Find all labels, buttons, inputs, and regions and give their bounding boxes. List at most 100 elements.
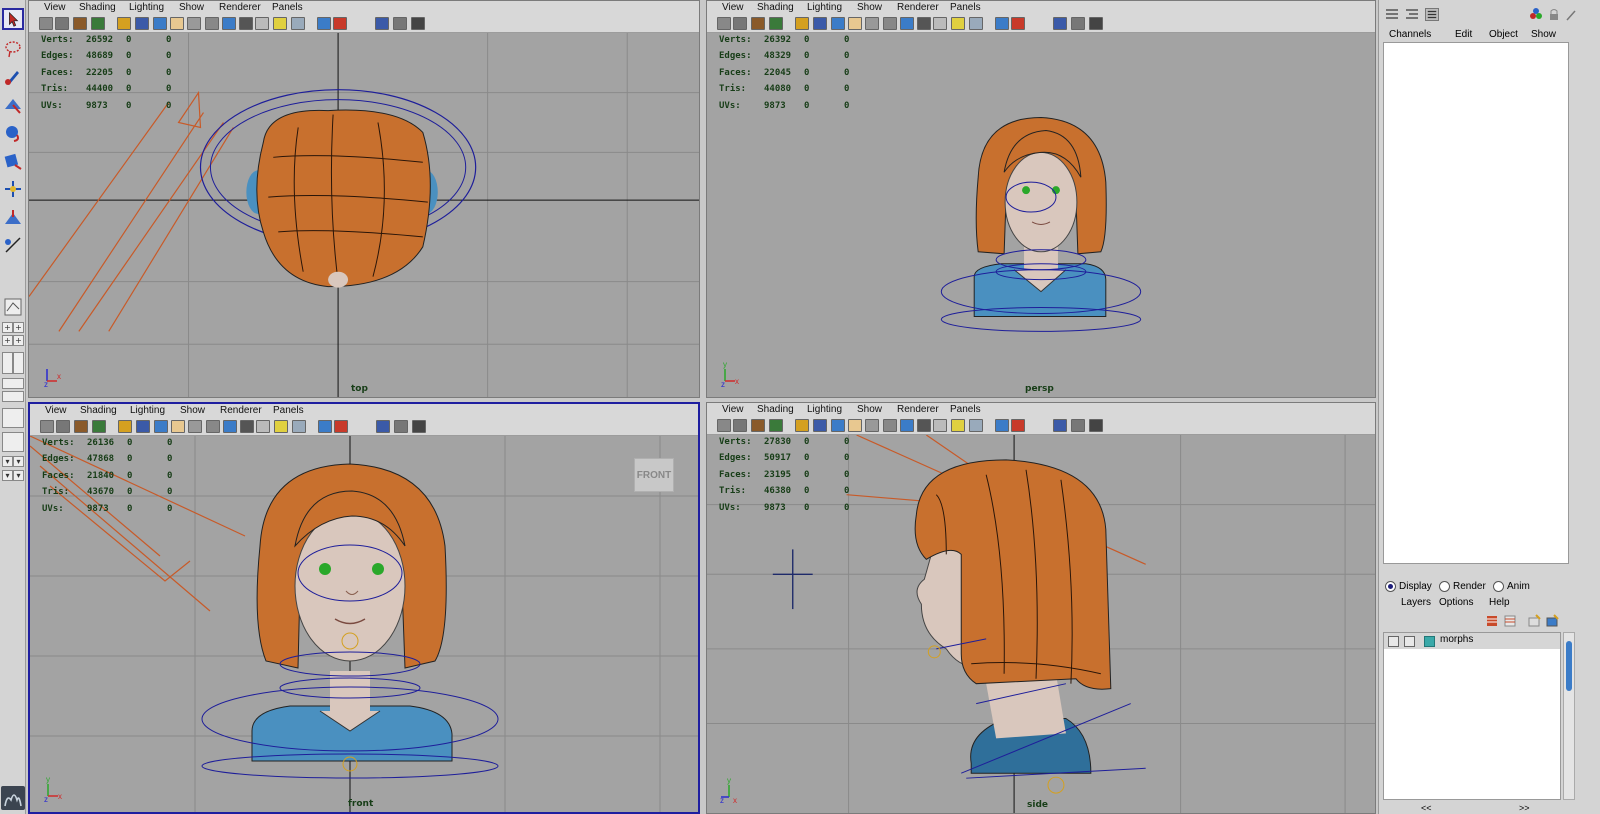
menu-panels[interactable]: Panels	[950, 2, 981, 13]
resolution-gate-icon[interactable]	[153, 17, 167, 30]
show-manipulator-icon[interactable]	[2, 234, 24, 256]
wireframe-icon[interactable]	[883, 17, 897, 30]
isolate-select-icon[interactable]	[1011, 17, 1025, 30]
menu-show[interactable]: Show	[180, 405, 205, 416]
display-tab[interactable]: Display	[1385, 581, 1432, 592]
camera-select-icon[interactable]	[39, 17, 53, 30]
channel-list[interactable]	[1383, 42, 1569, 564]
menu-view[interactable]: View	[722, 2, 744, 13]
film-gate-icon[interactable]	[135, 17, 149, 30]
wireframe-icon[interactable]	[206, 420, 220, 433]
layout-render-view-icon[interactable]	[2, 378, 24, 389]
safe-action-icon[interactable]	[848, 419, 862, 432]
default-lighting-icon[interactable]	[239, 17, 253, 30]
hud-icon[interactable]	[1089, 419, 1103, 432]
object-menu[interactable]: Object	[1489, 29, 1518, 40]
lights-icon[interactable]	[951, 17, 965, 30]
textured-icon[interactable]	[256, 420, 270, 433]
wireframe-on-shaded-icon[interactable]	[1053, 419, 1067, 432]
select-tool-icon[interactable]	[2, 8, 24, 30]
layer-type-toggle[interactable]	[1404, 636, 1415, 647]
toggle-layer-editor-icon[interactable]	[1425, 8, 1439, 21]
lasso-tool-icon[interactable]	[2, 38, 24, 60]
scrollbar-thumb[interactable]	[1566, 641, 1572, 691]
layers-menu[interactable]: Layers	[1401, 597, 1431, 608]
layer-visibility-icon[interactable]	[1545, 614, 1559, 628]
layer-row[interactable]: morphs	[1384, 633, 1560, 649]
default-lighting-icon[interactable]	[240, 420, 254, 433]
layout-script-editor-icon[interactable]	[2, 408, 24, 428]
wireframe-icon[interactable]	[883, 419, 897, 432]
custom-layout-dropdown-3-icon[interactable]: ▾	[2, 470, 13, 481]
image-plane-icon[interactable]	[769, 17, 783, 30]
channels-menu[interactable]: Channels	[1389, 29, 1431, 40]
film-gate-icon[interactable]	[136, 420, 150, 433]
layout-single-pane-icon[interactable]	[2, 296, 24, 318]
lights-icon[interactable]	[951, 419, 965, 432]
menu-view[interactable]: View	[44, 2, 66, 13]
smooth-shade-icon[interactable]	[900, 419, 914, 432]
resolution-gate-icon[interactable]	[154, 420, 168, 433]
default-lighting-icon[interactable]	[917, 419, 931, 432]
isolate-select-icon[interactable]	[334, 420, 348, 433]
layout-hypershade-icon[interactable]	[13, 352, 24, 374]
shadows-icon[interactable]	[291, 17, 305, 30]
layout-graph-editor-icon[interactable]	[2, 391, 24, 402]
layout-four-pane-icon[interactable]: +	[2, 322, 13, 333]
menu-renderer[interactable]: Renderer	[897, 404, 939, 415]
field-chart-icon[interactable]	[865, 17, 879, 30]
wireframe-on-shaded-icon[interactable]	[376, 420, 390, 433]
camera-select-icon[interactable]	[40, 420, 54, 433]
custom-layout-dropdown-2-icon[interactable]: ▾	[13, 456, 24, 467]
new-layer-from-selected-icon[interactable]	[1485, 614, 1499, 628]
color-axes-icon[interactable]	[1529, 8, 1543, 21]
menu-panels[interactable]: Panels	[272, 2, 303, 13]
default-lighting-icon[interactable]	[917, 17, 931, 30]
render-radio[interactable]	[1439, 581, 1450, 592]
camera-attributes-icon[interactable]	[733, 419, 747, 432]
xray-icon[interactable]	[318, 420, 332, 433]
film-gate-icon[interactable]	[813, 17, 827, 30]
grid-toggle-icon[interactable]	[795, 17, 809, 30]
pin-icon[interactable]	[1565, 8, 1579, 21]
edit-menu[interactable]: Edit	[1455, 29, 1472, 40]
rotate-tool-icon[interactable]	[2, 122, 24, 144]
layout-uv-editor-icon[interactable]	[2, 432, 24, 452]
viewport-top[interactable]: View Shading Lighting Show Renderer Pane…	[28, 0, 700, 398]
viewport-persp[interactable]: View Shading Lighting Show Renderer Pane…	[706, 0, 1376, 398]
menu-view[interactable]: View	[722, 404, 744, 415]
textured-icon[interactable]	[933, 419, 947, 432]
safe-action-icon[interactable]	[848, 17, 862, 30]
menu-shading[interactable]: Shading	[757, 404, 794, 415]
bookmark-icon[interactable]	[751, 17, 765, 30]
show-menu[interactable]: Show	[1531, 29, 1556, 40]
field-chart-icon[interactable]	[187, 17, 201, 30]
options-menu[interactable]: Options	[1439, 597, 1473, 608]
wireframe-icon[interactable]	[205, 17, 219, 30]
xray-icon[interactable]	[995, 17, 1009, 30]
grid-toggle-icon[interactable]	[795, 419, 809, 432]
layer-color-swatch[interactable]	[1424, 636, 1435, 647]
menu-view[interactable]: View	[45, 405, 67, 416]
image-plane-icon[interactable]	[91, 17, 105, 30]
camera-select-icon[interactable]	[717, 17, 731, 30]
layer-options-icon[interactable]	[1527, 614, 1541, 628]
camera-attributes-icon[interactable]	[56, 420, 70, 433]
shadows-icon[interactable]	[969, 419, 983, 432]
help-menu[interactable]: Help	[1489, 597, 1510, 608]
menu-show[interactable]: Show	[857, 2, 882, 13]
display-radio[interactable]	[1385, 581, 1396, 592]
layout-two-pane-icon[interactable]: +	[13, 322, 24, 333]
soft-modify-tool-icon[interactable]	[2, 206, 24, 228]
menu-show[interactable]: Show	[179, 2, 204, 13]
grid-toggle-icon[interactable]	[117, 17, 131, 30]
prev-layer-button[interactable]: <<	[1421, 803, 1432, 813]
viewport-front[interactable]: View Shading Lighting Show Renderer Pane…	[28, 402, 700, 814]
grease-pencil-icon[interactable]	[393, 17, 407, 30]
xray-icon[interactable]	[995, 419, 1009, 432]
field-chart-icon[interactable]	[865, 419, 879, 432]
film-gate-icon[interactable]	[813, 419, 827, 432]
image-plane-icon[interactable]	[92, 420, 106, 433]
menu-shading[interactable]: Shading	[80, 405, 117, 416]
menu-panels[interactable]: Panels	[950, 404, 981, 415]
